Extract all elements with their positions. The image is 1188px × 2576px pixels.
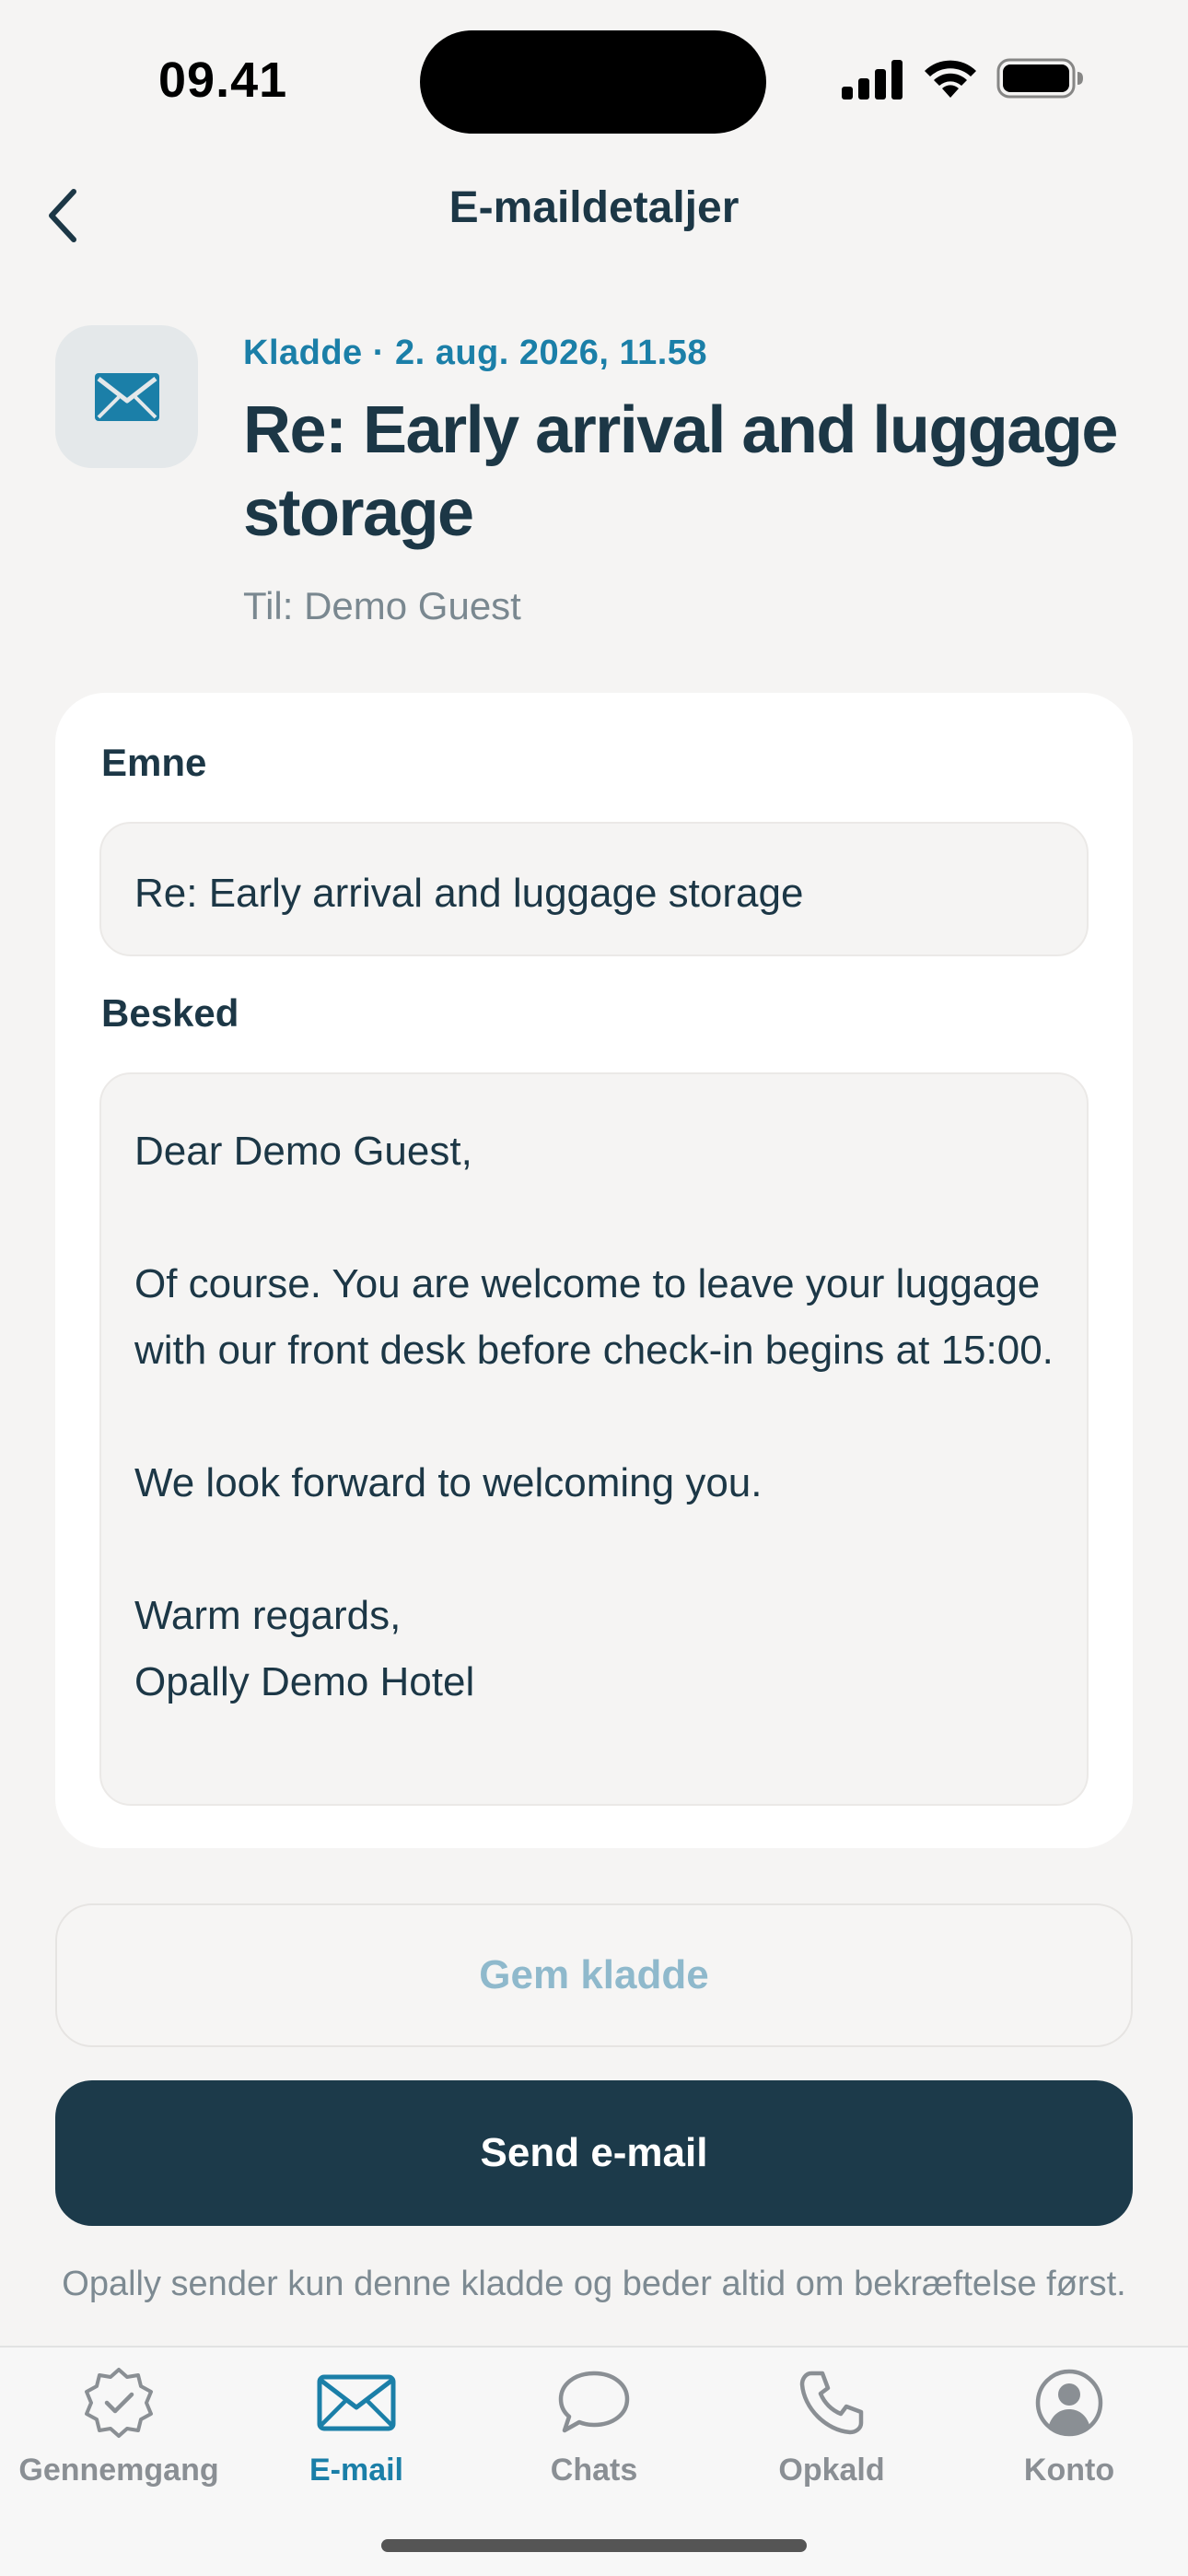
tab-label: Gennemgang: [18, 2453, 219, 2488]
status-bar: 09.41: [0, 0, 1188, 157]
confirmation-footnote: Opally sender kun denne kladde og beder …: [62, 2265, 1126, 2303]
tab-label: Konto: [1023, 2453, 1115, 2488]
compose-card: Emne Re: Early arrival and luggage stora…: [55, 693, 1133, 1848]
home-indicator: [381, 2539, 807, 2552]
phone-icon: [799, 2371, 864, 2435]
recipient-line: Til: Demo Guest: [243, 584, 521, 627]
draft-meta: Kladde · 2. aug. 2026, 11.58: [243, 334, 708, 372]
message-label: Besked: [101, 991, 239, 1035]
account-icon: [1035, 2369, 1103, 2437]
wifi-icon: [925, 60, 976, 98]
tab-label: Opkald: [778, 2453, 885, 2488]
nav-title: E-maildetaljer: [448, 183, 740, 232]
tab-opkald[interactable]: Opkald: [713, 2366, 950, 2513]
subject-input[interactable]: Re: Early arrival and luggage storage: [99, 822, 1089, 956]
email-icon-tile: [55, 325, 198, 468]
tab-konto[interactable]: Konto: [950, 2366, 1188, 2513]
battery-icon: [996, 58, 1083, 99]
message-textarea[interactable]: Dear Demo Guest, Of course. You are welc…: [99, 1072, 1089, 1806]
tab-chats[interactable]: Chats: [475, 2366, 713, 2513]
tab-label: E-mail: [309, 2453, 404, 2488]
status-time: 09.41: [158, 53, 288, 108]
envelope-icon: [94, 372, 159, 421]
send-email-button[interactable]: Send e-mail: [55, 2080, 1133, 2226]
tab-label: Chats: [550, 2453, 638, 2488]
chat-bubble-icon: [558, 2371, 630, 2433]
page-title: Re: Early arrival and luggage storage: [243, 393, 1118, 550]
subject-label: Emne: [101, 741, 207, 784]
nav-header: E-maildetaljer: [0, 166, 1188, 258]
tab-email[interactable]: E-mail: [238, 2366, 475, 2513]
badge-check-icon: [85, 2368, 153, 2438]
dynamic-island: [420, 30, 766, 134]
save-draft-button[interactable]: Gem kladde: [55, 1903, 1133, 2047]
tab-gennemgang[interactable]: Gennemgang: [0, 2366, 238, 2513]
cellular-signal-icon: [842, 60, 903, 100]
envelope-icon: [317, 2374, 396, 2431]
